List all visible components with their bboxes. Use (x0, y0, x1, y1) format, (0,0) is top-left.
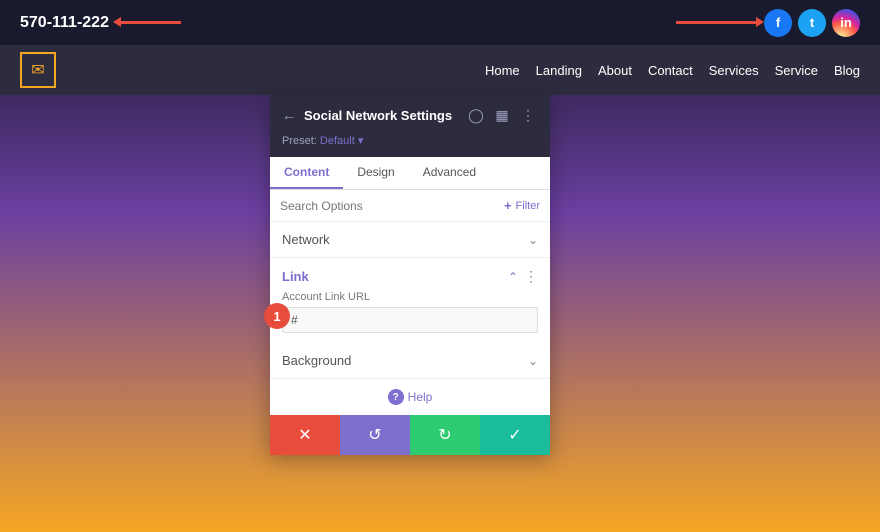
nav-blog[interactable]: Blog (834, 63, 860, 78)
settings-panel: ← Social Network Settings ◯ ▦ ⋮ Preset: … (270, 95, 550, 455)
panel-tabs: Content Design Advanced (270, 157, 550, 190)
second-bar: ✉ Home Landing About Contact Services Se… (0, 45, 880, 95)
filter-label: Filter (516, 200, 540, 212)
filter-button[interactable]: + Filter (504, 198, 540, 213)
panel-preset: Preset: Default ▾ (270, 131, 550, 157)
nav-links: Home Landing About Contact Services Serv… (485, 63, 860, 78)
envelope-icon[interactable]: ✉ (20, 52, 56, 88)
help-row[interactable]: ? Help (270, 379, 550, 415)
preset-value[interactable]: Default ▾ (320, 135, 363, 147)
nav-services[interactable]: Services (709, 63, 759, 78)
social-icons: f t in (764, 9, 860, 37)
help-icon: ? (388, 389, 404, 405)
link-chevron-icon: ⌃ (508, 270, 518, 284)
search-input[interactable] (280, 199, 498, 213)
filter-plus-icon: + (504, 198, 512, 213)
top-bar-left: 570-111-222 (20, 14, 181, 32)
network-chevron-icon: ⌄ (528, 233, 538, 247)
network-label: Network (282, 232, 330, 247)
top-bar: 570-111-222 f t in (0, 0, 880, 45)
phone-number: 570-111-222 (20, 14, 109, 32)
layout-icon[interactable]: ▦ (492, 105, 512, 125)
nav-home[interactable]: Home (485, 63, 520, 78)
link-section-header: Link ⌃ ⋮ (270, 258, 550, 291)
background-label: Background (282, 353, 351, 368)
arrow-left-decoration (121, 21, 181, 24)
cancel-button[interactable]: ✕ (270, 415, 340, 455)
nav-landing[interactable]: Landing (536, 63, 582, 78)
panel-content: Network ⌄ Link ⌃ ⋮ Account Link URL (270, 222, 550, 415)
more-icon[interactable]: ⋮ (518, 105, 538, 125)
tab-content[interactable]: Content (270, 157, 343, 189)
link-label[interactable]: Link (282, 269, 309, 284)
tab-design[interactable]: Design (343, 157, 408, 189)
nav-contact[interactable]: Contact (648, 63, 693, 78)
tab-advanced[interactable]: Advanced (409, 157, 490, 189)
nav-about[interactable]: About (598, 63, 632, 78)
panel-header-icons: ◯ ▦ ⋮ (466, 105, 538, 125)
help-label: Help (408, 390, 433, 404)
reset-button[interactable]: ↺ (340, 415, 410, 455)
background-section[interactable]: Background ⌄ (270, 343, 550, 379)
redo-button[interactable]: ↻ (410, 415, 480, 455)
twitter-icon[interactable]: t (798, 9, 826, 37)
back-button[interactable]: ← (282, 107, 296, 123)
account-link-input[interactable] (282, 307, 538, 333)
background-chevron-icon: ⌄ (528, 354, 538, 368)
responsive-icon[interactable]: ◯ (466, 105, 486, 125)
link-content: Account Link URL (270, 291, 550, 343)
network-section[interactable]: Network ⌄ (270, 222, 550, 258)
nav-service[interactable]: Service (775, 63, 818, 78)
instagram-icon[interactable]: in (832, 9, 860, 37)
preset-label: Preset: Default ▾ (282, 135, 363, 147)
step-badge-1: 1 (264, 303, 290, 329)
facebook-icon[interactable]: f (764, 9, 792, 37)
save-button[interactable]: ✓ (480, 415, 550, 455)
panel-header: ← Social Network Settings ◯ ▦ ⋮ (270, 95, 550, 131)
main-content: ← Social Network Settings ◯ ▦ ⋮ Preset: … (0, 95, 880, 532)
action-bar: ✕ ↺ ↻ ✓ (270, 415, 550, 455)
search-bar: + Filter (270, 190, 550, 222)
panel-title: Social Network Settings (304, 108, 452, 123)
link-options-icon[interactable]: ⋮ (524, 268, 538, 285)
panel-header-left: ← Social Network Settings (282, 107, 452, 123)
arrow-right-decoration (676, 21, 756, 24)
account-link-label: Account Link URL (282, 291, 538, 303)
